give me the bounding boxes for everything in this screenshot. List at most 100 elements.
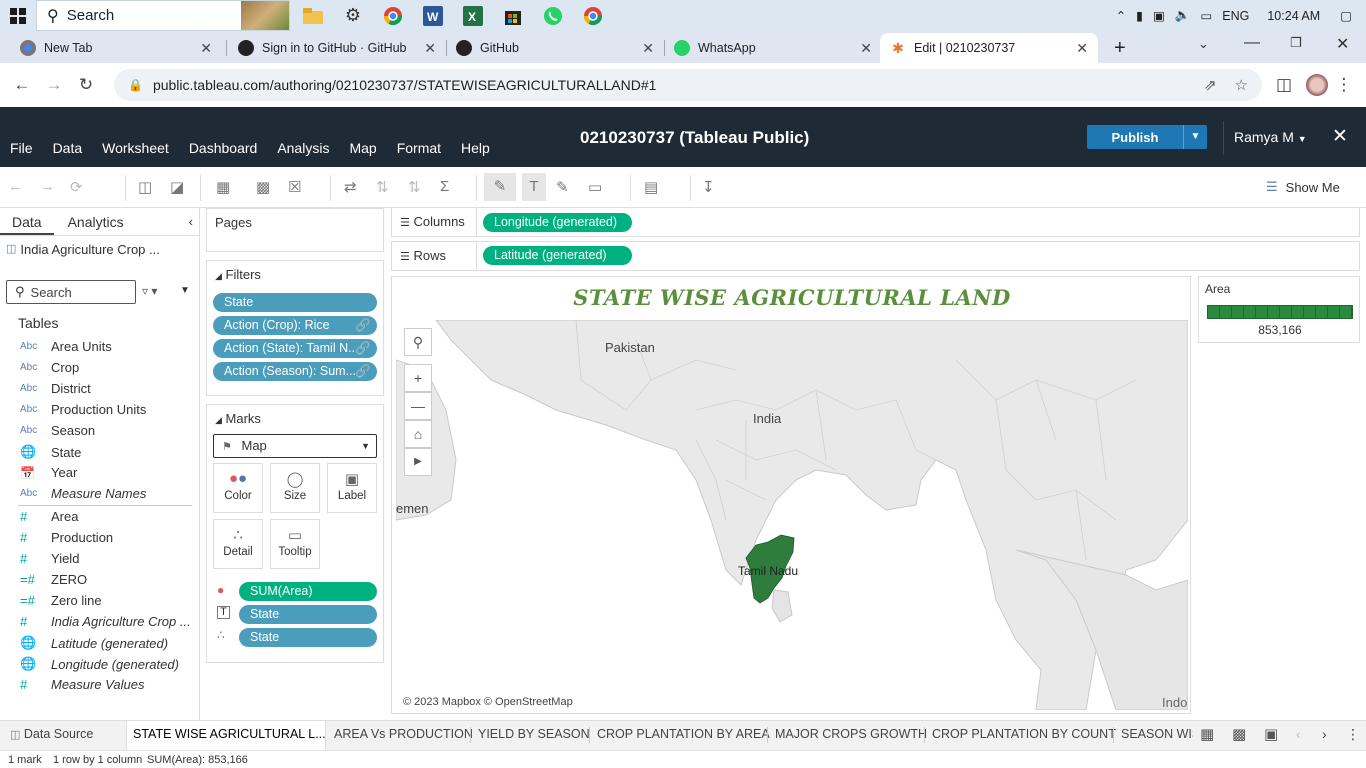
forward-icon[interactable]: →: [38, 75, 70, 95]
totals-icon[interactable]: Σ: [440, 178, 449, 195]
tab-analytics[interactable]: Analytics: [56, 208, 136, 235]
field-latitude-generated[interactable]: 🌐 Latitude (generated): [20, 635, 168, 651]
sort-ascending-icon[interactable]: ⇅: [376, 178, 389, 196]
browser-tab-github[interactable]: GitHub ✕: [446, 33, 664, 63]
collapse-icon[interactable]: ◢: [215, 271, 222, 281]
menu-map[interactable]: Map: [349, 140, 376, 156]
filter-fields-icon[interactable]: ▿ ▾: [142, 284, 157, 298]
menu-worksheet[interactable]: Worksheet: [102, 140, 169, 156]
sheet-tab-crop-plantation-by-count[interactable]: CROP PLANTATION BY COUNT: [926, 721, 1122, 750]
columns-pill-longitude[interactable]: Longitude (generated): [483, 213, 632, 232]
field-search-input[interactable]: ⚲ Search: [6, 280, 136, 304]
excel-icon[interactable]: X: [456, 2, 490, 30]
network-icon[interactable]: ▣: [1153, 8, 1165, 23]
menu-analysis[interactable]: Analysis: [277, 140, 329, 156]
browser-tab-whatsapp[interactable]: WhatsApp ✕: [664, 33, 882, 63]
marks-pill-sum-area[interactable]: SUM(Area): [239, 582, 377, 601]
columns-shelf[interactable]: ☰ Columns Longitude (generated): [391, 207, 1360, 237]
fit-icon[interactable]: ▭: [588, 178, 602, 196]
collapse-pane-icon[interactable]: ‹: [183, 208, 199, 235]
menu-data[interactable]: Data: [53, 140, 83, 156]
reload-icon[interactable]: ↻: [70, 75, 102, 95]
field-record-count[interactable]: # India Agriculture Crop ...: [20, 614, 191, 629]
filter-pill-state[interactable]: State: [213, 293, 377, 312]
browser-tab-github-signin[interactable]: Sign in to GitHub · GitHub ✕: [228, 33, 446, 63]
swap-rows-columns-icon[interactable]: ⇄: [344, 178, 357, 196]
bookmark-star-icon[interactable]: ☆: [1235, 76, 1248, 94]
marks-pill-state-label[interactable]: State: [239, 605, 377, 624]
field-area-units[interactable]: Abc Area Units: [20, 339, 112, 354]
store-icon[interactable]: [496, 2, 530, 30]
sheet-tab-crop-plantation-by-area[interactable]: CROP PLANTATION BY AREA: [591, 721, 776, 750]
data-source-tab[interactable]: ◫ Data Source: [4, 721, 99, 750]
close-tab-icon[interactable]: ✕: [424, 40, 436, 57]
taskbar-search-box[interactable]: ⚲ Search: [36, 0, 290, 31]
presentation-mode-icon[interactable]: ▤: [644, 178, 658, 196]
new-worksheet-tab-icon[interactable]: ▦: [1200, 725, 1214, 743]
close-tab-icon[interactable]: ✕: [1076, 40, 1088, 57]
filter-pill-action-season[interactable]: Action (Season): Sum... 🔗: [213, 362, 377, 381]
pane-menu-icon[interactable]: ▼: [180, 285, 190, 296]
replay-icon[interactable]: ⟳: [70, 178, 83, 196]
field-zero[interactable]: =# ZERO: [20, 572, 87, 587]
field-state[interactable]: 🌐 State: [20, 444, 81, 460]
browser-menu-icon[interactable]: ⋮: [1328, 75, 1360, 95]
sort-descending-icon[interactable]: ⇅: [408, 178, 421, 196]
area-color-legend[interactable]: Area 853,166: [1198, 276, 1360, 343]
scroll-left-icon[interactable]: ‹: [1296, 726, 1301, 742]
new-dashboard-tab-icon[interactable]: ▩: [1232, 725, 1246, 743]
pages-card[interactable]: Pages: [206, 208, 384, 252]
language-indicator[interactable]: ENG: [1222, 9, 1249, 23]
settings-icon[interactable]: ⚙: [336, 2, 370, 30]
expand-tools-icon[interactable]: ▶: [404, 448, 432, 476]
marks-tooltip-button[interactable]: ▭ Tooltip: [270, 519, 320, 569]
map-search-icon[interactable]: ⚲: [404, 328, 432, 356]
sheet-list-icon[interactable]: ⋮: [1346, 726, 1360, 743]
back-icon[interactable]: ←: [6, 75, 38, 95]
side-panel-icon[interactable]: ◫: [1268, 75, 1300, 95]
close-tab-icon[interactable]: ✕: [642, 40, 654, 57]
format-workbook-icon[interactable]: ✎: [556, 178, 569, 196]
sheet-tab-state-wise[interactable]: STATE WISE AGRICULTURAL L...: [126, 721, 326, 750]
filter-pill-action-crop[interactable]: Action (Crop): Rice 🔗: [213, 316, 377, 335]
marks-size-button[interactable]: ◯ Size: [270, 463, 320, 513]
menu-help[interactable]: Help: [461, 140, 490, 156]
filter-pill-action-state[interactable]: Action (State): Tamil N... 🔗: [213, 339, 377, 358]
share-icon[interactable]: ⇗: [1204, 76, 1217, 94]
publish-dropdown-icon[interactable]: ▼: [1183, 125, 1207, 149]
close-tab-icon[interactable]: ✕: [200, 40, 212, 57]
new-data-source-icon[interactable]: ◫: [138, 178, 152, 196]
new-worksheet-icon[interactable]: ▦: [216, 178, 230, 196]
clear-sheet-icon[interactable]: ☒: [288, 178, 301, 196]
profile-avatar[interactable]: [1306, 74, 1328, 96]
restore-icon[interactable]: ❐: [1290, 35, 1302, 51]
window-close-icon[interactable]: ✕: [1336, 34, 1349, 54]
field-year[interactable]: 📅 Year: [20, 465, 77, 480]
field-production-units[interactable]: Abc Production Units: [20, 402, 146, 417]
battery-icon[interactable]: ▮: [1136, 8, 1143, 23]
map-label-tamil-nadu[interactable]: Tamil Nadu: [738, 564, 798, 578]
zoom-in-icon[interactable]: +: [404, 364, 432, 392]
data-source-item[interactable]: ◫ India Agriculture Crop ...: [0, 236, 199, 263]
show-mark-labels-icon[interactable]: T: [522, 173, 546, 201]
chevron-up-icon[interactable]: ⌃: [1116, 8, 1126, 23]
field-measure-names[interactable]: Abc Measure Names: [20, 486, 146, 501]
browser-tab-tableau-edit[interactable]: ✱ Edit | 0210230737 ✕: [880, 33, 1098, 63]
new-story-tab-icon[interactable]: ▣: [1264, 725, 1278, 743]
menu-dashboard[interactable]: Dashboard: [189, 140, 258, 156]
zoom-out-icon[interactable]: —: [404, 392, 432, 420]
map-attribution[interactable]: © 2023 Mapbox © OpenStreetMap: [403, 696, 573, 708]
browser-tab-new-tab[interactable]: New Tab ✕: [10, 33, 222, 63]
sheet-tab-area-vs-production[interactable]: AREA Vs PRODUCTION: [328, 721, 479, 750]
sheet-tab-season-wise[interactable]: SEASON WIS: [1115, 721, 1193, 750]
whatsapp-icon[interactable]: [536, 2, 570, 30]
mark-type-dropdown[interactable]: ⚑ Map ▼: [213, 434, 377, 458]
close-tab-icon[interactable]: ✕: [860, 40, 872, 57]
field-zero-line[interactable]: =# Zero line: [20, 593, 102, 608]
publish-button[interactable]: Publish ▼: [1087, 125, 1207, 149]
chrome-icon[interactable]: [376, 2, 410, 30]
home-icon[interactable]: ⌂: [404, 420, 432, 448]
close-editor-icon[interactable]: ✕: [1332, 125, 1348, 148]
tab-search-chevron-icon[interactable]: ⌄: [1198, 36, 1209, 52]
scroll-right-icon[interactable]: ›: [1322, 726, 1327, 742]
